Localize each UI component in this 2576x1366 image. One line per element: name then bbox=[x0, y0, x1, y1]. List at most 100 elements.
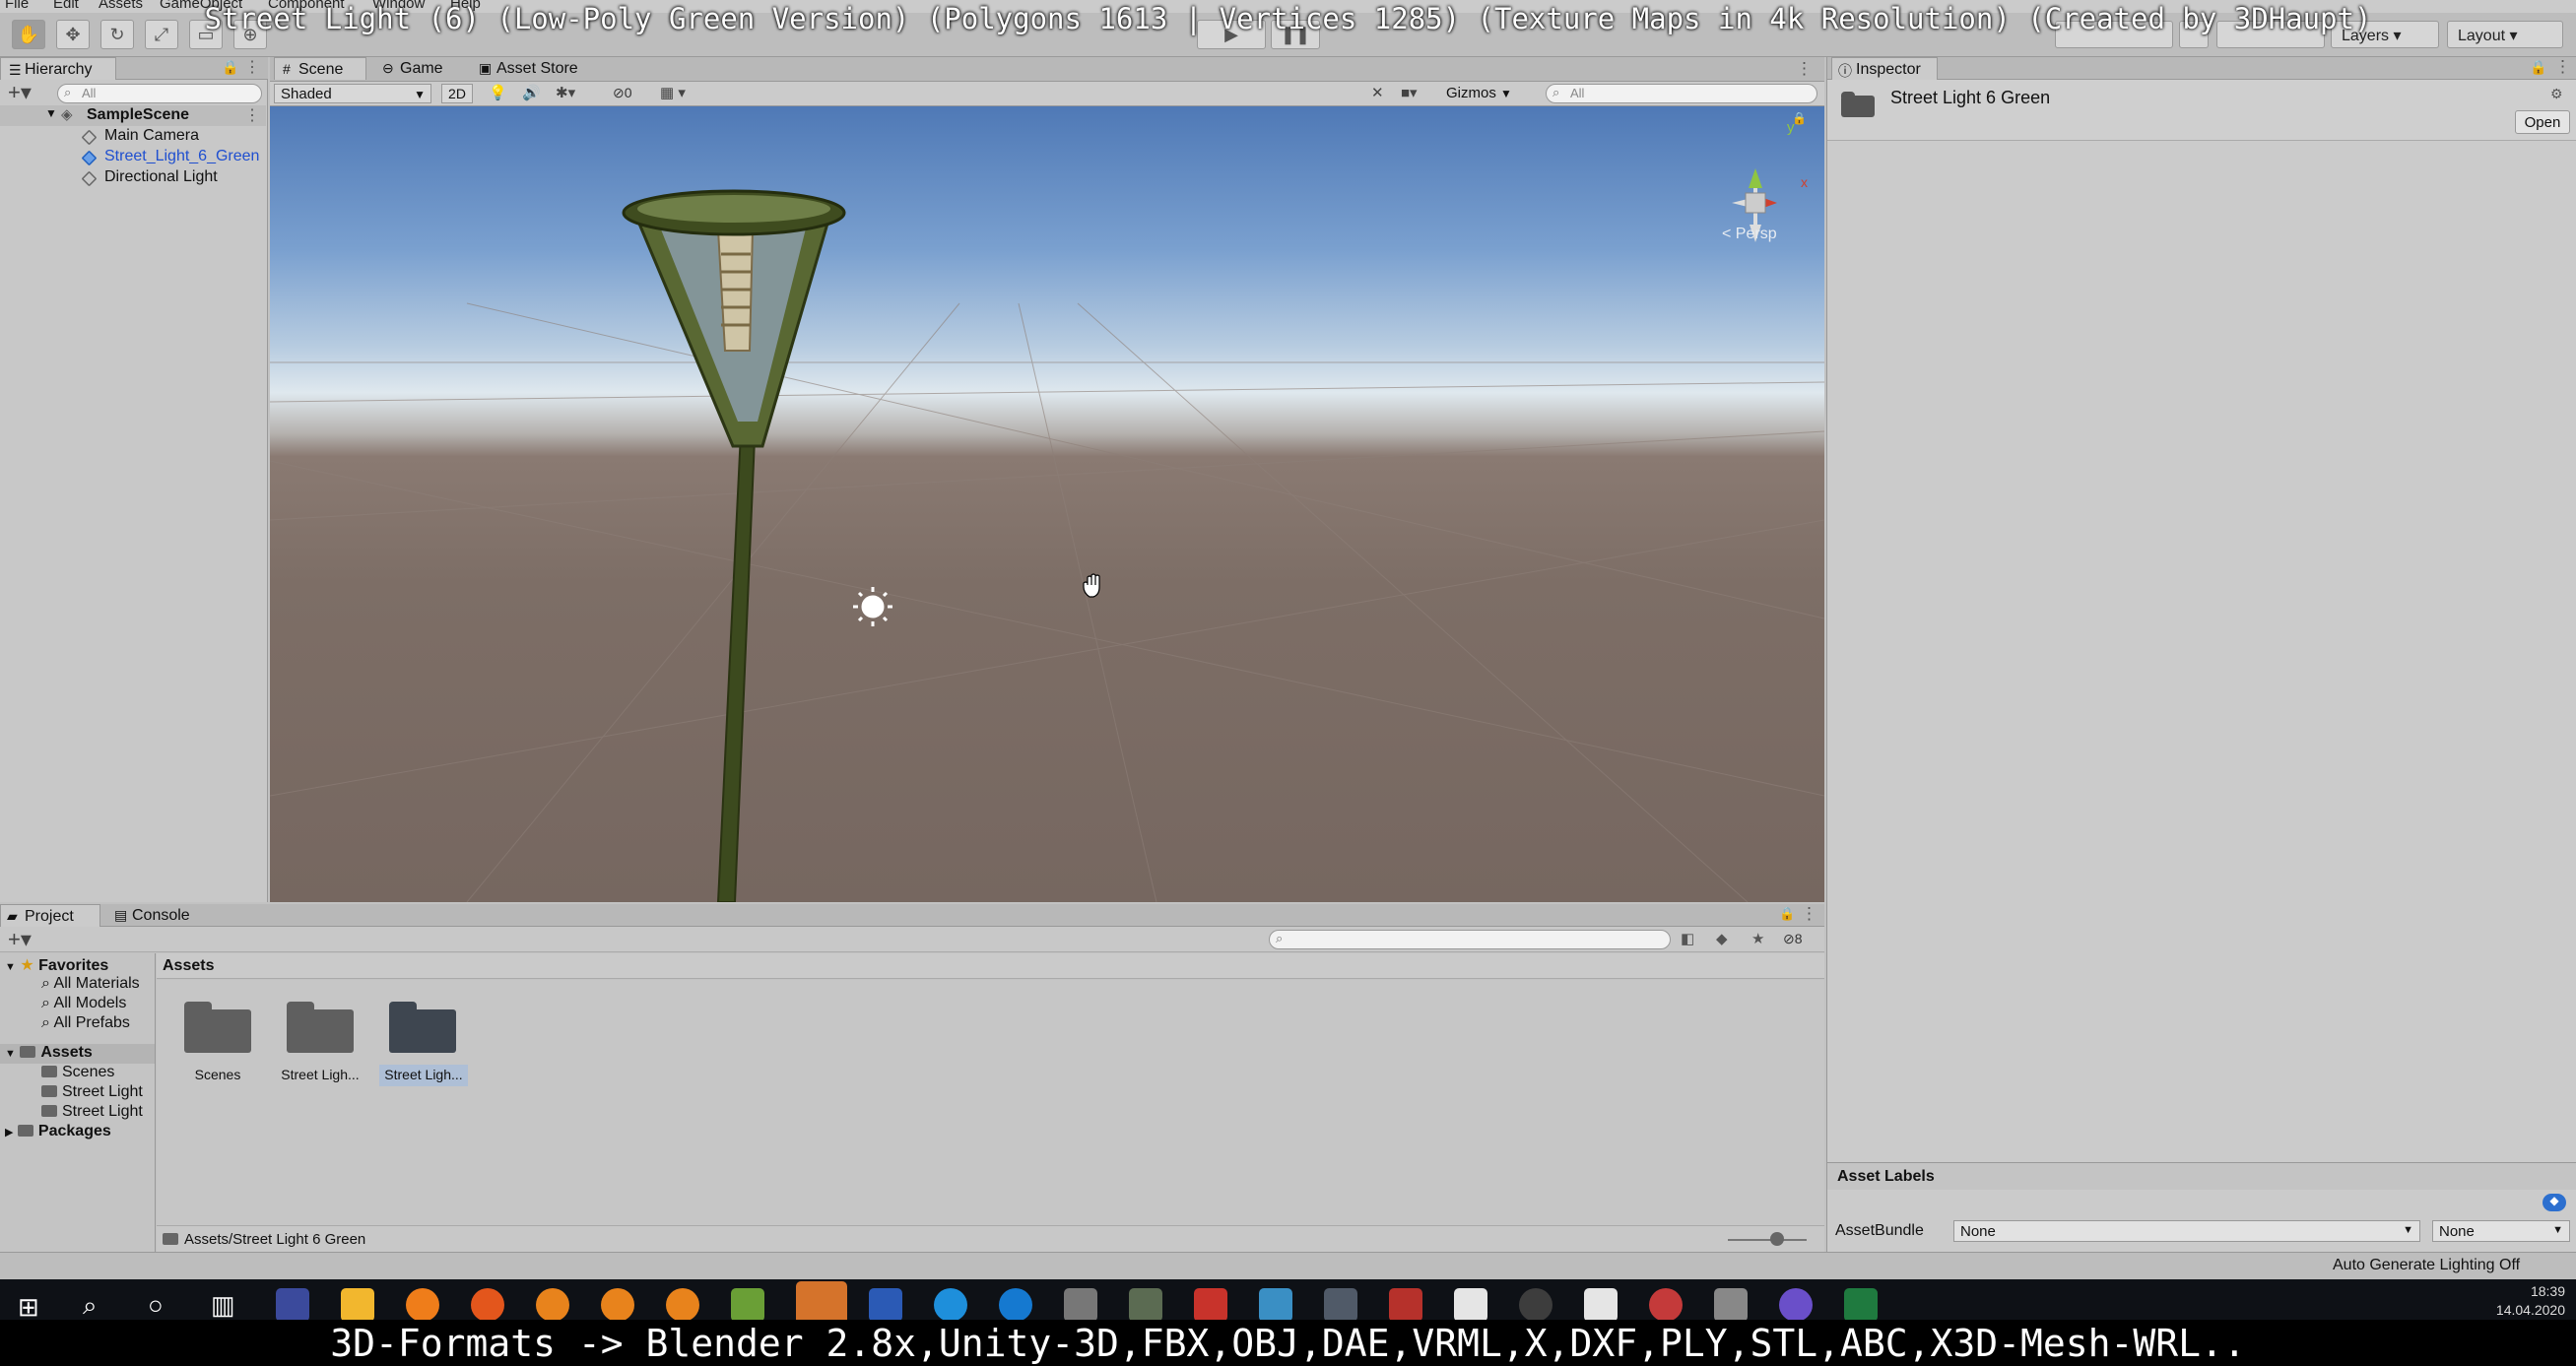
panel-menu-icon[interactable]: ⋮ bbox=[1801, 904, 1817, 924]
calculator-icon[interactable] bbox=[1714, 1288, 1748, 1322]
tree-favorites[interactable]: ▼ ★ Favorites bbox=[5, 955, 108, 975]
tab-asset-store[interactable]: ▣ Asset Store bbox=[473, 57, 611, 80]
scene-menu-icon[interactable]: ⋮ bbox=[244, 105, 260, 125]
3d-viewer-icon[interactable] bbox=[1064, 1288, 1097, 1322]
file-explorer-icon[interactable] bbox=[341, 1288, 374, 1322]
app-icon[interactable] bbox=[1324, 1288, 1357, 1322]
tree-street-light-1[interactable]: Street Light bbox=[41, 1083, 143, 1103]
app-icon[interactable] bbox=[1259, 1288, 1292, 1322]
app-icon[interactable] bbox=[1649, 1288, 1683, 1322]
tab-scene[interactable]: # Scene bbox=[274, 57, 366, 80]
firefox-nightly-icon[interactable] bbox=[406, 1288, 439, 1322]
skype-icon[interactable] bbox=[934, 1288, 967, 1322]
firefox-icon[interactable] bbox=[471, 1288, 504, 1322]
tab-game[interactable]: ⊖ Game bbox=[376, 57, 465, 80]
hierarchy-search-input[interactable]: ⌕ All bbox=[57, 84, 262, 103]
tools-icon[interactable]: ✕ bbox=[1371, 84, 1384, 101]
vivaldi-icon[interactable] bbox=[1194, 1288, 1227, 1322]
toggle-2d-button[interactable]: 2D bbox=[441, 84, 473, 103]
effects-dropdown-icon[interactable]: ✱▾ bbox=[556, 84, 575, 101]
tab-inspector[interactable]: ⓘ Inspector bbox=[1831, 57, 1938, 80]
open-button[interactable]: Open bbox=[2515, 110, 2570, 134]
create-button[interactable]: +▾ bbox=[8, 81, 32, 104]
grid-snap-icon[interactable]: ▦ ▾ bbox=[660, 84, 686, 101]
project-search-input[interactable]: ⌕ bbox=[1269, 930, 1671, 949]
tree-assets[interactable]: ▼ Assets bbox=[0, 1044, 155, 1064]
camera-dropdown-icon[interactable]: ■▾ bbox=[1401, 84, 1418, 101]
tab-console[interactable]: ▤ Console bbox=[108, 904, 207, 927]
lock-icon[interactable]: 🔒 bbox=[222, 59, 238, 76]
search-by-type-icon[interactable]: ◧ bbox=[1681, 930, 1694, 947]
slider-thumb[interactable] bbox=[1770, 1232, 1784, 1246]
search-icon[interactable]: ⌕ bbox=[83, 1290, 98, 1322]
packages-label: Packages bbox=[37, 1123, 111, 1139]
label-tag-icon[interactable]: ◆ bbox=[2543, 1194, 2566, 1211]
taskbar-clock[interactable]: 18:39 14.04.2020 bbox=[2457, 1282, 2565, 1320]
asset-folder-street-light-2[interactable]: Street Ligh... bbox=[379, 1002, 468, 1086]
settings-gear-icon[interactable]: ⚙ bbox=[2550, 86, 2563, 102]
hierarchy-item-main-camera[interactable]: Main Camera bbox=[0, 126, 266, 147]
image-viewer-icon[interactable] bbox=[731, 1288, 764, 1322]
tab-project[interactable]: ▰ Project bbox=[0, 904, 100, 927]
asset-grid-breadcrumb[interactable]: Assets bbox=[163, 957, 214, 975]
assetbundle-label: AssetBundle bbox=[1835, 1222, 1924, 1239]
lighting-toggle-icon[interactable]: 💡 bbox=[489, 84, 507, 101]
tree-scenes[interactable]: Scenes bbox=[41, 1064, 114, 1083]
tree-all-prefabs[interactable]: ⌕ All Prefabs bbox=[41, 1014, 130, 1034]
scene-row[interactable]: ▼ ◈ SampleScene ⋮ bbox=[0, 105, 266, 126]
hidden-objects-toggle[interactable]: ⊘0 bbox=[613, 85, 632, 101]
asset-folder-scenes[interactable]: Scenes bbox=[184, 1002, 263, 1082]
tree-street-light-2[interactable]: Street Light bbox=[41, 1103, 143, 1123]
street-light-model[interactable] bbox=[622, 189, 846, 902]
tree-all-materials[interactable]: ⌕ All Materials bbox=[41, 975, 140, 995]
blender-icon[interactable] bbox=[601, 1288, 634, 1322]
scene-viewport[interactable]: y x < Persp 🔒 bbox=[270, 106, 1824, 902]
audio-toggle-icon[interactable]: 🔊 bbox=[522, 84, 541, 101]
create-button[interactable]: +▾ bbox=[8, 927, 32, 952]
word-icon[interactable] bbox=[869, 1288, 902, 1322]
assetbundle-dropdown[interactable]: None ▼ bbox=[1953, 1220, 2420, 1242]
lock-icon[interactable]: 🔒 bbox=[2530, 59, 2546, 76]
maps-icon[interactable] bbox=[1779, 1288, 1813, 1322]
hierarchy-item-directional-light[interactable]: Directional Light bbox=[0, 167, 266, 188]
windows-start-icon[interactable]: ⊞ bbox=[18, 1292, 39, 1323]
lock-icon[interactable]: 🔒 bbox=[1779, 906, 1795, 922]
shading-dropdown[interactable]: Shaded ▼ bbox=[274, 84, 431, 103]
search-icon: ⌕ bbox=[41, 975, 54, 992]
hierarchy-item-street-light[interactable]: Street_Light_6_Green bbox=[0, 147, 266, 167]
app-icon[interactable] bbox=[1129, 1288, 1162, 1322]
tree-packages[interactable]: ▶ Packages bbox=[5, 1123, 111, 1142]
icon-size-slider[interactable] bbox=[1728, 1239, 1807, 1241]
unity-icon[interactable] bbox=[1454, 1288, 1487, 1322]
directional-light-gizmo[interactable] bbox=[853, 587, 892, 626]
task-view-icon[interactable]: ▥ bbox=[211, 1290, 235, 1321]
cortana-icon[interactable]: ○ bbox=[148, 1290, 164, 1321]
expand-arrow-icon[interactable]: ▼ bbox=[45, 106, 57, 120]
save-app-icon[interactable] bbox=[276, 1288, 309, 1322]
panel-menu-icon[interactable]: ⋮ bbox=[244, 57, 260, 77]
blender-icon[interactable] bbox=[536, 1288, 569, 1322]
edge-icon[interactable] bbox=[999, 1288, 1032, 1322]
access-icon[interactable] bbox=[1389, 1288, 1422, 1322]
assetbundle-variant-dropdown[interactable]: None ▼ bbox=[2432, 1220, 2570, 1242]
expand-arrow-icon[interactable]: ▼ bbox=[5, 961, 16, 973]
expand-arrow-icon[interactable]: ▶ bbox=[5, 1127, 13, 1138]
panel-menu-icon[interactable]: ⋮ bbox=[1796, 59, 1813, 79]
obs-icon[interactable] bbox=[1519, 1288, 1552, 1322]
tab-hierarchy[interactable]: ☰ Hierarchy bbox=[0, 57, 116, 80]
tree-all-models[interactable]: ⌕ All Models bbox=[41, 995, 126, 1014]
unity-icon[interactable] bbox=[1584, 1288, 1618, 1322]
search-by-label-icon[interactable]: ◆ bbox=[1716, 930, 1728, 947]
lock-icon[interactable]: 🔒 bbox=[1792, 111, 1807, 125]
scene-search-input[interactable]: ⌕ All bbox=[1546, 84, 1817, 103]
asset-folder-street-light-1[interactable]: Street Ligh... bbox=[281, 1002, 365, 1082]
favorite-star-icon[interactable]: ★ bbox=[1751, 930, 1764, 947]
gizmos-dropdown[interactable]: Gizmos ▼ bbox=[1442, 84, 1521, 103]
blender-icon[interactable] bbox=[666, 1288, 699, 1322]
folder-icon bbox=[41, 1085, 57, 1097]
hidden-packages-toggle[interactable]: ⊘8 bbox=[1783, 931, 1803, 947]
panel-menu-icon[interactable]: ⋮ bbox=[2554, 57, 2571, 77]
expand-arrow-icon[interactable]: ▼ bbox=[5, 1048, 16, 1060]
perspective-label[interactable]: < Persp bbox=[1722, 226, 1777, 242]
excel-icon[interactable] bbox=[1844, 1288, 1878, 1322]
